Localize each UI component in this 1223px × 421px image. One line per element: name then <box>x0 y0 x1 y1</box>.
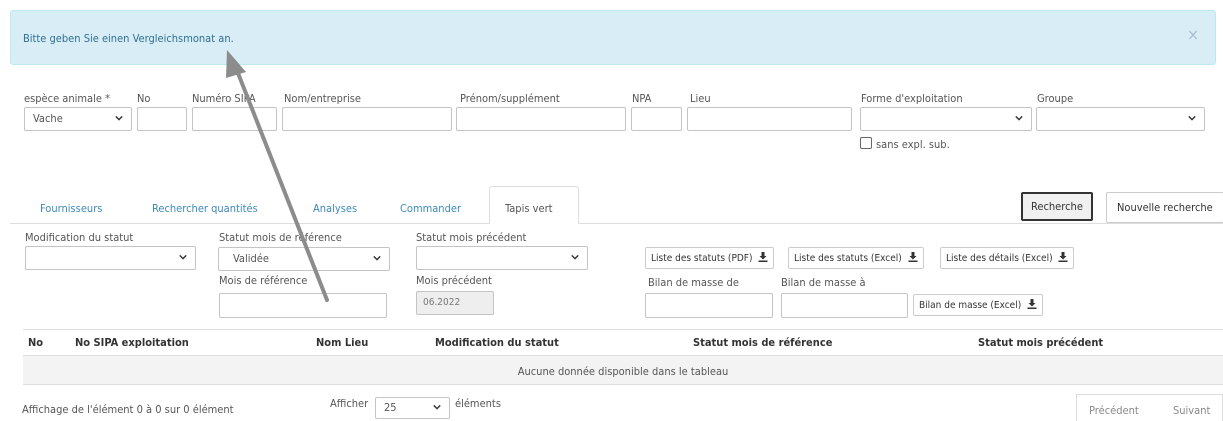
download-icon <box>1027 299 1037 309</box>
sipa-input[interactable] <box>192 107 277 131</box>
place-label: Lieu <box>690 92 711 105</box>
mass-to-label: Bilan de masse à <box>781 276 866 289</box>
download-icon <box>1058 252 1068 262</box>
alert-message: Bitte geben Sie einen Vergleichsmonat an… <box>23 32 234 45</box>
place-input[interactable] <box>687 107 852 131</box>
chevron-down-icon <box>1015 115 1023 121</box>
mass-from-label: Bilan de masse de <box>648 276 739 289</box>
pagination-previous[interactable]: Précédent <box>1076 394 1162 421</box>
status-list-pdf-button[interactable]: Liste des statuts (PDF) <box>645 247 775 269</box>
ref-status-label: Statut mois de référence <box>219 231 342 244</box>
chevron-down-icon <box>373 255 381 261</box>
chevron-down-icon <box>115 115 123 121</box>
chevron-down-icon <box>1188 115 1196 121</box>
sans-expl-label: sans expl. sub. <box>876 138 950 151</box>
group-label: Groupe <box>1037 92 1074 105</box>
tab-tapis-vert-label[interactable]: Tapis vert <box>505 202 553 215</box>
column-header[interactable]: No SIPA exploitation <box>75 336 189 349</box>
download-icon <box>908 252 918 262</box>
status-list-excel-button[interactable]: Liste des statuts (Excel) <box>788 247 924 269</box>
no-input[interactable] <box>137 107 187 131</box>
status-change-label: Modification du statut <box>25 231 134 244</box>
firstname-label: Prénom/supplément <box>460 92 560 105</box>
show-label: Afficher <box>330 397 369 410</box>
chevron-down-icon <box>179 254 187 260</box>
mass-from-input[interactable] <box>645 293 773 318</box>
tab-commander[interactable]: Commander <box>400 202 461 215</box>
prev-month-label: Mois précédent <box>416 274 492 287</box>
mass-balance-excel-label: Bilan de masse (Excel) <box>919 300 1022 311</box>
table-info: Affichage de l'élément 0 à 0 sur 0 éléme… <box>22 403 234 416</box>
prev-status-select[interactable] <box>416 246 588 270</box>
column-header[interactable]: Modification du statut <box>435 336 559 349</box>
species-value: Vache <box>33 112 63 125</box>
details-list-excel-label: Liste des détails (Excel) <box>946 253 1053 264</box>
new-search-button[interactable]: Nouvelle recherche <box>1106 192 1223 223</box>
firstname-input[interactable] <box>456 107 626 131</box>
npa-label: NPA <box>632 92 652 105</box>
farm-form-select[interactable] <box>860 107 1032 131</box>
group-select[interactable] <box>1036 107 1205 131</box>
prev-month-input: 06.2022 <box>416 291 494 315</box>
ref-status-value: Validée <box>233 252 269 265</box>
page-size-value: 25 <box>384 401 397 414</box>
tab-analyses[interactable]: Analyses <box>313 202 357 215</box>
info-alert: Bitte geben Sie einen Vergleichsmonat an… <box>10 10 1216 65</box>
search-button[interactable]: Recherche <box>1021 192 1093 221</box>
ref-month-input[interactable] <box>219 293 387 318</box>
close-icon[interactable]: × <box>1187 27 1199 43</box>
column-header[interactable]: Statut mois de référence <box>693 336 832 349</box>
entries-label: éléments <box>455 397 501 410</box>
status-list-pdf-label: Liste des statuts (PDF) <box>651 253 753 264</box>
status-list-excel-label: Liste des statuts (Excel) <box>794 253 902 264</box>
mass-to-input[interactable] <box>781 293 908 318</box>
table-row: Aucune donnée disponible dans le tableau <box>23 356 1223 385</box>
download-icon <box>758 252 768 262</box>
ref-month-label: Mois de référence <box>219 274 308 287</box>
page-size-select[interactable]: 25 <box>375 397 450 419</box>
prev-status-label: Statut mois précédent <box>416 231 527 244</box>
company-label: Nom/entreprise <box>284 92 361 105</box>
column-header[interactable]: Nom Lieu <box>316 336 368 349</box>
mass-balance-excel-button[interactable]: Bilan de masse (Excel) <box>913 294 1044 316</box>
sipa-label: Numéro SIPA <box>192 92 256 105</box>
column-header[interactable]: Statut mois précédent <box>978 336 1103 349</box>
table-header: No No SIPA exploitation Nom Lieu Modific… <box>23 329 1223 356</box>
sans-expl-checkbox[interactable] <box>860 137 872 149</box>
farm-form-label: Forme d'exploitation <box>861 92 963 105</box>
details-list-excel-button[interactable]: Liste des détails (Excel) <box>940 247 1075 269</box>
npa-input[interactable] <box>631 107 682 131</box>
pagination-next[interactable]: Suivant <box>1161 394 1223 421</box>
status-change-select[interactable] <box>25 246 196 270</box>
tab-fournisseurs[interactable]: Fournisseurs <box>40 202 102 215</box>
species-select[interactable]: Vache <box>24 107 132 131</box>
column-header[interactable]: No <box>28 336 43 349</box>
no-label: No <box>137 92 151 105</box>
ref-status-select[interactable]: Validée <box>218 247 390 271</box>
tab-rechercher-quantites[interactable]: Rechercher quantités <box>152 202 258 215</box>
tab-divider <box>10 223 1223 224</box>
species-label: espèce animale * <box>24 92 111 105</box>
company-input[interactable] <box>282 107 452 131</box>
chevron-down-icon <box>433 404 441 410</box>
chevron-down-icon <box>571 254 579 260</box>
empty-table-message: Aucune donnée disponible dans le tableau <box>517 365 729 378</box>
